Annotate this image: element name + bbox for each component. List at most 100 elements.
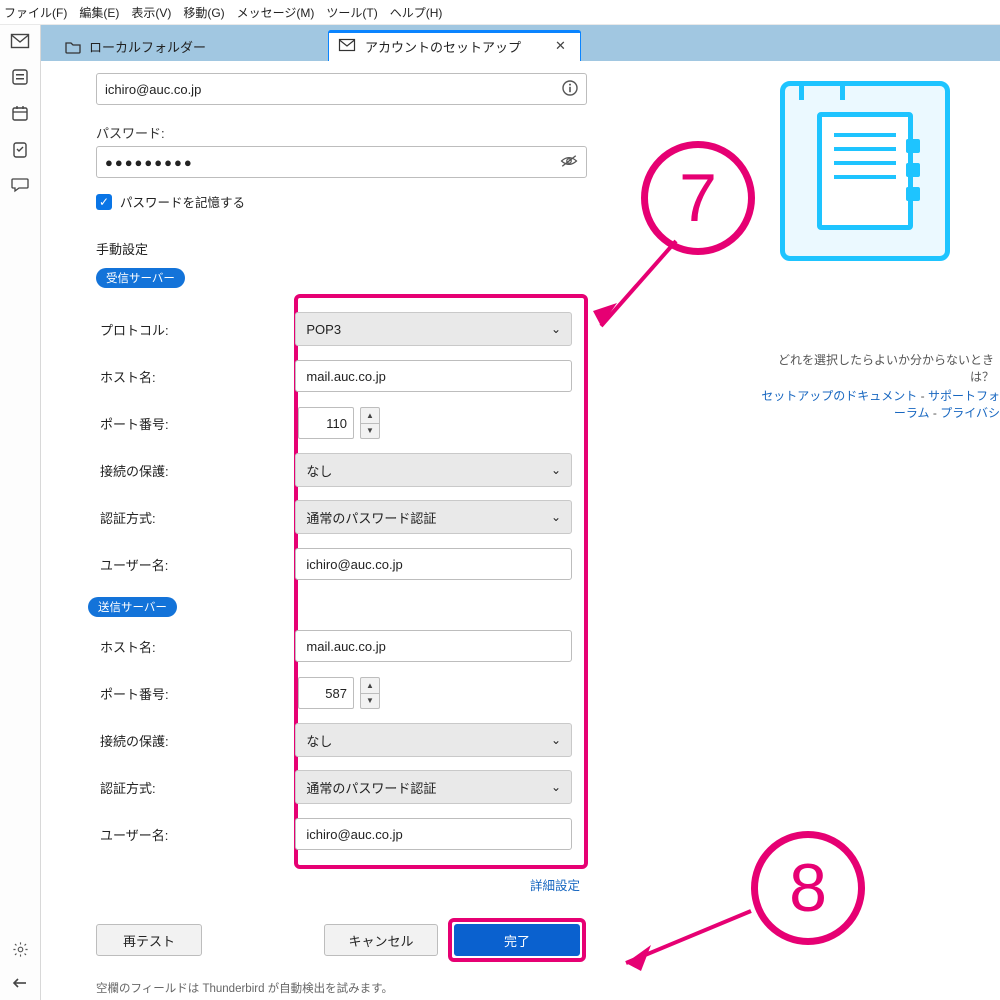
settings-icon[interactable] [10,939,30,959]
email-field[interactable]: ichiro@auc.co.jp [96,73,587,105]
chevron-down-icon: ⌄ [551,733,561,747]
chevron-down-icon: ⌄ [551,322,561,336]
highlighted-server-settings: プロトコル: POP3⌄ ホスト名: mail.auc.co.jp ポート番号:… [294,294,588,869]
menu-tools[interactable]: ツール(T) [326,4,377,21]
help-column: どれを選択したらよいか分からないときは？ セットアップのドキュメント - サポー… [760,81,1000,421]
tabbar: ローカルフォルダー アカウントのセットアップ ✕ [41,25,1000,61]
footer-buttons: 再テスト キャンセル 完了 [96,918,586,962]
incoming-protocol-select[interactable]: POP3 ⌄ [295,312,572,346]
incoming-security-select[interactable]: なし ⌄ [295,453,572,487]
retest-button[interactable]: 再テスト [96,924,202,956]
step-down-icon[interactable]: ▼ [361,694,379,709]
incoming-security-value: なし [306,461,332,480]
calendar-icon[interactable] [10,103,30,123]
tab-account-setup[interactable]: アカウントのセットアップ ✕ [328,30,581,61]
eye-off-icon[interactable] [560,154,578,171]
tasks-icon[interactable] [10,139,30,159]
tab-close-icon[interactable]: ✕ [555,38,566,54]
privacy-link[interactable]: プライバシ [940,406,1000,420]
info-icon[interactable] [562,80,578,99]
cancel-label: キャンセル [348,931,413,950]
address-book-icon[interactable] [10,67,30,87]
remember-password-row[interactable]: ✓ パスワードを記憶する [96,192,631,211]
outgoing-auth-label: 認証方式: [100,778,295,797]
menubar: ファイル(F) 編集(E) 表示(V) 移動(G) メッセージ(M) ツール(T… [0,0,1000,25]
help-links: セットアップのドキュメント - サポートフォーラム - プライバシ [760,387,1000,421]
incoming-port-stepper[interactable]: ▲▼ [360,407,380,439]
incoming-server-pill: 受信サーバー [96,268,185,288]
annotation-7-arrow [581,231,701,351]
incoming-user-input[interactable]: ichiro@auc.co.jp [295,548,572,580]
mail-icon[interactable] [10,31,30,51]
incoming-port-value: 110 [326,416,347,431]
password-field[interactable]: ●●●●●●●●● [96,146,587,178]
incoming-port-label: ポート番号: [100,414,298,433]
outgoing-host-label: ホスト名: [100,637,295,656]
incoming-auth-value: 通常のパスワード認証 [306,508,436,527]
manual-settings-title: 手動設定 [96,239,631,258]
outgoing-host-input[interactable]: mail.auc.co.jp [295,630,572,662]
menu-file[interactable]: ファイル(F) [4,4,67,21]
incoming-protocol-label: プロトコル: [100,320,295,339]
incoming-user-label: ユーザー名: [100,555,295,574]
sep1: - [917,389,928,403]
outgoing-user-input[interactable]: ichiro@auc.co.jp [295,818,572,850]
help-question: どれを選択したらよいか分からないときは？ [760,351,994,385]
password-label: パスワード: [96,123,631,142]
done-button-highlight: 完了 [448,918,586,962]
chevron-down-icon: ⌄ [551,780,561,794]
cancel-button[interactable]: キャンセル [324,924,438,956]
setup-doc-link[interactable]: セットアップのドキュメント [761,389,917,403]
chat-icon[interactable] [10,175,30,195]
menu-help[interactable]: ヘルプ(H) [390,4,443,21]
tab-local-folders[interactable]: ローカルフォルダー [55,31,220,61]
incoming-protocol-value: POP3 [306,322,341,337]
outgoing-user-label: ユーザー名: [100,825,295,844]
incoming-host-input[interactable]: mail.auc.co.jp [295,360,572,392]
step-up-icon[interactable]: ▲ [361,408,379,424]
outgoing-host-value: mail.auc.co.jp [306,639,385,654]
menu-message[interactable]: メッセージ(M) [237,4,315,21]
outgoing-security-label: 接続の保護: [100,731,295,750]
retest-label: 再テスト [123,931,175,950]
setup-page: ichiro@auc.co.jp パスワード: ●●●●●●●●● ✓ パスワー… [41,61,1000,1000]
menu-view[interactable]: 表示(V) [131,4,171,21]
incoming-auth-select[interactable]: 通常のパスワード認証⌄ [295,500,572,534]
email-value: ichiro@auc.co.jp [105,82,201,97]
outgoing-security-select[interactable]: なし ⌄ [295,723,572,757]
sep2: - [930,406,941,420]
outgoing-security-value: なし [306,731,332,750]
menu-edit[interactable]: 編集(E) [79,4,119,21]
tab-local-label: ローカルフォルダー [89,37,206,56]
checkbox-checked-icon[interactable]: ✓ [96,194,112,210]
incoming-port-input[interactable]: 110 [298,407,354,439]
incoming-security-label: 接続の保護: [100,461,295,480]
outgoing-port-label: ポート番号: [100,684,298,703]
step-down-icon[interactable]: ▼ [361,424,379,439]
folder-icon [65,40,81,53]
remember-label: パスワードを記憶する [120,192,245,211]
footnote: 空欄のフィールドは Thunderbird が自動検出を試みます。 [96,980,631,996]
incoming-auth-label: 認証方式: [100,508,295,527]
chevron-down-icon: ⌄ [551,463,561,477]
outgoing-auth-select[interactable]: 通常のパスワード認証 ⌄ [295,770,572,804]
done-button[interactable]: 完了 [454,924,580,956]
outgoing-port-stepper[interactable]: ▲▼ [360,677,380,709]
advanced-settings-link[interactable]: 詳細設定 [96,875,580,894]
incoming-user-value: ichiro@auc.co.jp [306,557,402,572]
outgoing-user-value: ichiro@auc.co.jp [306,827,402,842]
tab-setup-label: アカウントのセットアップ [365,37,521,56]
content-area: ローカルフォルダー アカウントのセットアップ ✕ ichiro@auc.co.j… [41,25,1000,1000]
menu-go[interactable]: 移動(G) [183,4,224,21]
outgoing-port-value: 587 [325,686,347,701]
password-value: ●●●●●●●●● [105,155,194,170]
annotation-8-arrow [601,901,771,981]
done-label: 完了 [504,931,530,950]
step-up-icon[interactable]: ▲ [361,678,379,694]
outgoing-auth-value: 通常のパスワード認証 [306,778,436,797]
sidebar [0,25,41,1000]
outgoing-port-input[interactable]: 587 [298,677,354,709]
collapse-icon[interactable] [10,973,30,993]
document-illustration-icon [780,81,950,261]
incoming-host-label: ホスト名: [100,367,295,386]
